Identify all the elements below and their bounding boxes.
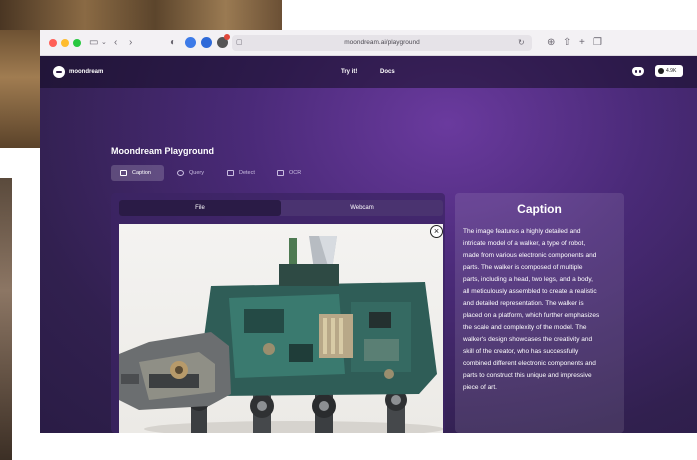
caption-line: walker's design showcases the creativity… [463, 336, 593, 343]
caption-line: placed on a platform, which further emph… [463, 312, 600, 319]
uploaded-image: × [119, 224, 443, 433]
github-icon [658, 68, 664, 74]
forward-icon[interactable]: › [129, 36, 132, 50]
sidebar-icon[interactable]: ▭ [89, 36, 98, 50]
tabs-icon[interactable]: ❐ [593, 36, 602, 50]
walker-robot-image [119, 236, 443, 433]
zoom-window-button[interactable] [73, 39, 81, 47]
tab-query-label: Query [189, 170, 204, 176]
source-toggle: File Webcam [119, 200, 443, 216]
extension-icon[interactable] [185, 37, 196, 48]
moondream-logo-icon[interactable] [53, 66, 65, 78]
search-icon [177, 170, 184, 176]
source-file-option[interactable]: File [119, 200, 281, 216]
tab-caption-label: Caption [132, 170, 151, 176]
close-window-button[interactable] [49, 39, 57, 47]
back-icon[interactable]: ‹ [114, 36, 117, 50]
page-title: Moondream Playground [111, 146, 215, 156]
share-icon[interactable]: ⇧ [563, 36, 571, 50]
nav-link-docs[interactable]: Docs [380, 67, 395, 77]
chevron-down-icon[interactable]: ⌄ [101, 36, 107, 50]
caption-icon [120, 170, 127, 176]
tab-ocr-label: OCR [289, 170, 302, 176]
caption-line: parts, including a head, two legs, and a… [463, 276, 593, 283]
caption-line: parts to construct this unique and impre… [463, 372, 592, 379]
caption-line: all meticulously assembled to create a r… [463, 288, 597, 295]
top-navbar: moondream Try it! Docs 4.9K [40, 56, 697, 88]
source-webcam-option[interactable]: Webcam [281, 200, 443, 216]
download-icon[interactable]: ⊕ [547, 36, 555, 50]
detect-icon [227, 170, 234, 176]
discord-icon[interactable] [632, 67, 644, 76]
tab-ocr[interactable]: OCR [268, 165, 310, 181]
desktop-background-left-lower [0, 178, 12, 460]
caption-line: piece of art. [463, 384, 497, 391]
brand-name[interactable]: moondream [69, 67, 103, 77]
browser-toolbar: ▭ ⌄ ‹ › ◐ ▢ moondream.ai/playground ↻ ⊕ … [40, 30, 697, 56]
desktop-background-top [0, 0, 282, 30]
tab-detect[interactable]: Detect [218, 165, 264, 181]
page: moondream Try it! Docs 4.9K Moondream Pl… [40, 56, 697, 433]
tab-caption[interactable]: Caption [111, 165, 164, 181]
input-panel: File Webcam × [111, 193, 445, 433]
tab-query[interactable]: Query [168, 165, 212, 181]
caption-heading: Caption [517, 202, 562, 216]
new-tab-icon[interactable]: + [579, 36, 585, 50]
caption-panel: Caption The image features a highly deta… [455, 193, 624, 433]
caption-line: parts. The walker is composed of multipl… [463, 264, 583, 271]
caption-line: intricate model of a walker, a type of r… [463, 240, 586, 247]
url-text: moondream.ai/playground [344, 39, 420, 46]
browser-window: ▭ ⌄ ‹ › ◐ ▢ moondream.ai/playground ↻ ⊕ … [40, 30, 697, 433]
caption-line: and detailed representation. The walker … [463, 300, 584, 307]
caption-line: skill of the creator, who has successful… [463, 348, 579, 355]
address-bar[interactable]: ▢ moondream.ai/playground ↻ [232, 35, 532, 51]
reload-icon[interactable]: ↻ [518, 36, 525, 50]
close-icon[interactable]: × [430, 225, 443, 238]
nav-link-try-it[interactable]: Try it! [341, 67, 357, 77]
github-star-count: 4.9K [666, 68, 677, 74]
ocr-icon [277, 170, 284, 176]
github-button[interactable]: 4.9K [655, 65, 683, 77]
caption-line: combined different electronic components… [463, 360, 596, 367]
caption-line: The image features a highly detailed and [463, 228, 581, 235]
extension-icon[interactable] [201, 37, 212, 48]
minimize-window-button[interactable] [61, 39, 69, 47]
caption-line: made from various electronic components … [463, 252, 597, 259]
shield-icon[interactable]: ◐ [170, 36, 176, 50]
tab-detect-label: Detect [239, 170, 255, 176]
desktop-background-left [0, 30, 40, 148]
caption-line: the scale and complexity of the model. T… [463, 324, 587, 331]
notification-badge [224, 34, 230, 40]
